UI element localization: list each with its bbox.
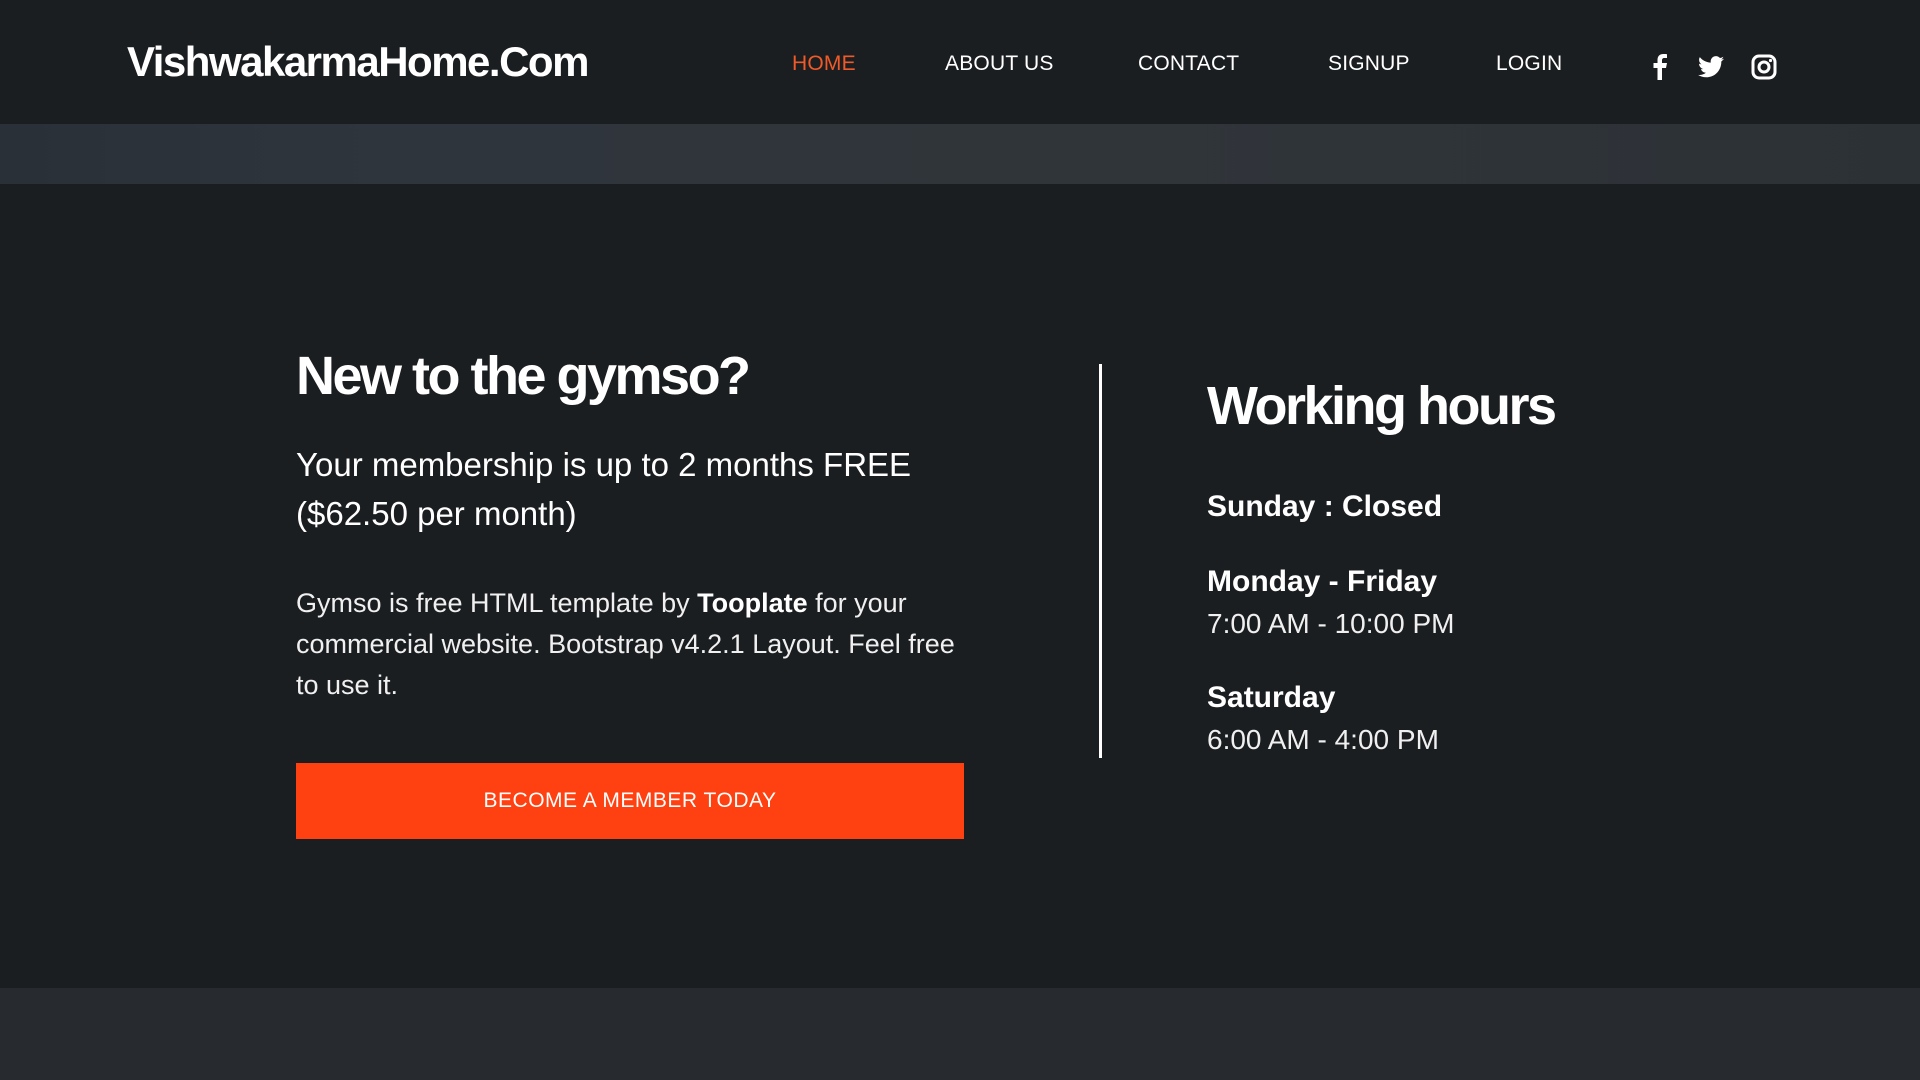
top-navbar: VishwakarmaHome.Com HOME ABOUT US CONTAC… [0,0,1920,124]
weekdays-hours: 7:00 AM - 10:00 PM [1207,608,1455,639]
footer-band [0,988,1920,1080]
nav-home[interactable]: HOME [792,52,856,76]
nav-login[interactable]: LOGIN [1496,52,1562,76]
become-member-button[interactable]: BECOME A MEMBER TODAY [296,763,964,839]
sunday-hours: Sunday : Closed [1207,490,1443,523]
saturday-label: Saturday [1207,681,1336,714]
working-hours-title: Working hours [1207,376,1557,436]
twitter-icon[interactable] [1696,52,1726,82]
hero-image-strip [0,124,1920,184]
promo-lead: Your membership is up to 2 months FREE (… [296,446,912,532]
facebook-icon[interactable] [1645,52,1675,82]
nav-contact[interactable]: CONTACT [1138,52,1239,76]
instagram-icon[interactable] [1749,52,1779,82]
nav-signup[interactable]: SIGNUP [1328,52,1410,76]
nav-about-us[interactable]: ABOUT US [945,52,1054,76]
promo-text: Gymso is free HTML template by Tooplate … [296,583,976,706]
saturday-hours: 6:00 AM - 4:00 PM [1207,724,1439,755]
weekdays-label: Monday - Friday [1207,565,1438,598]
vertical-divider [1099,364,1102,758]
promo-title: New to the gymso? [296,346,751,406]
promo-text-before: Gymso is free HTML template by [296,588,698,618]
brand-logo-link[interactable]: VishwakarmaHome.Com [127,38,589,86]
tooplate-link[interactable]: Tooplate [697,588,808,618]
